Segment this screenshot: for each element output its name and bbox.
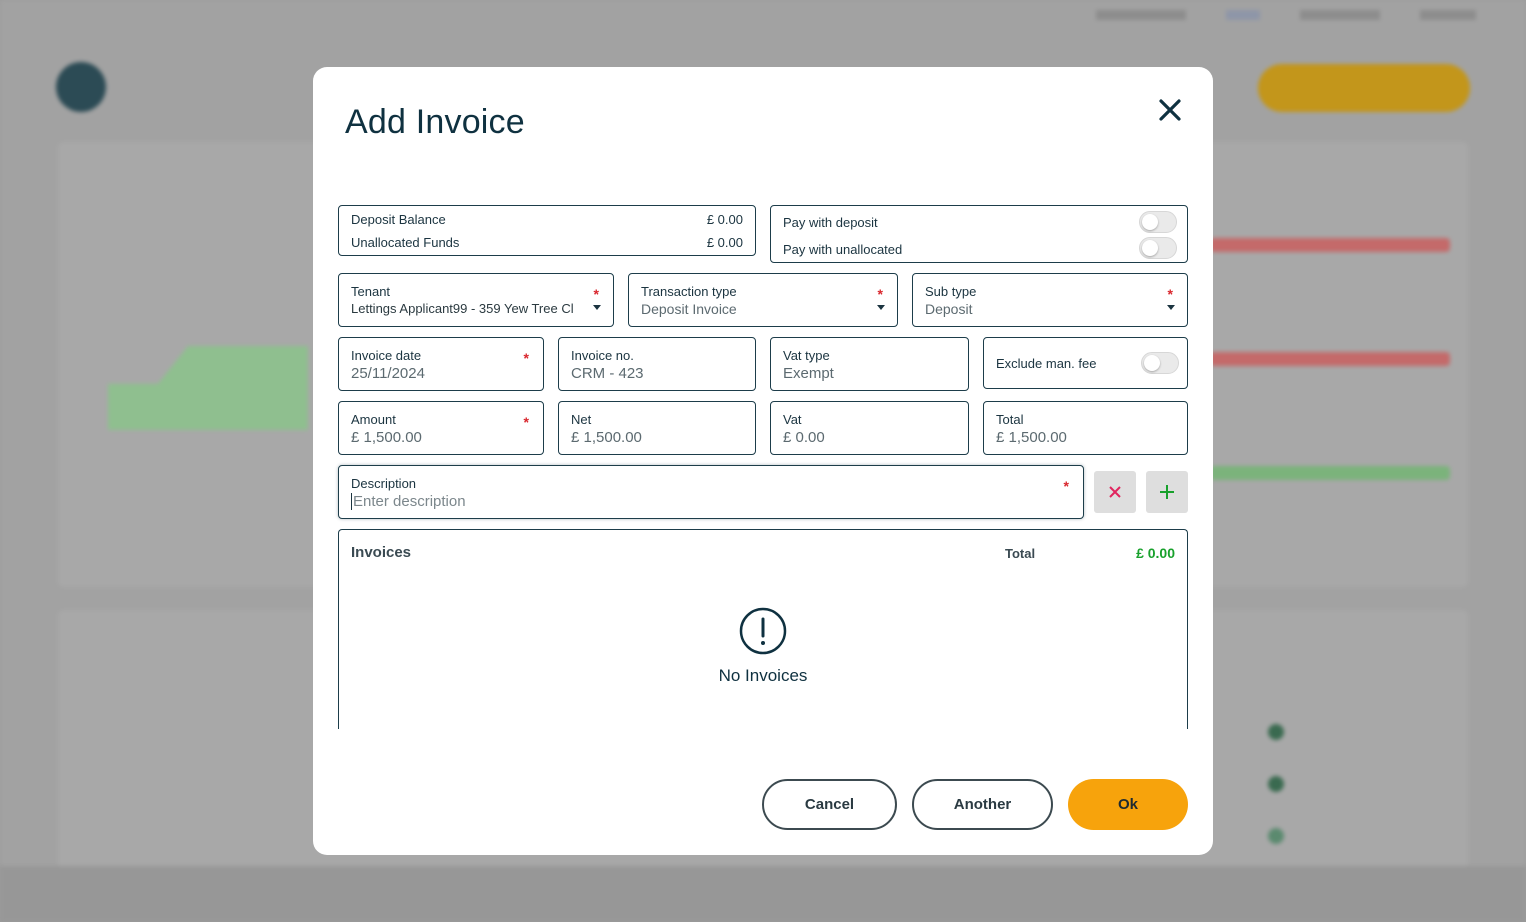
background-footer [0,866,1526,922]
net-value: £ 1,500.00 [571,429,642,446]
empty-state-text: No Invoices [718,666,808,685]
invoices-total-label: Total [1005,546,1036,561]
invoices-total-value: £ 0.00 [1136,545,1175,561]
another-button[interactable]: Another [912,779,1053,830]
invoice-date-label: Invoice date [351,348,422,363]
pay-with-unallocated-label: Pay with unallocated [783,242,903,257]
chevron-down-icon [1167,305,1175,310]
sub-type-select[interactable]: Sub type Deposit * [912,273,1188,327]
invoices-title: Invoices [351,544,412,561]
pay-with-deposit-label: Pay with deposit [783,215,878,230]
background-top-nav [1096,10,1476,20]
background-dot [1268,724,1284,740]
description-label: Description [351,476,417,491]
invoice-number-label: Invoice no. [571,348,634,363]
ok-button[interactable]: Ok [1068,779,1188,830]
vat-value: £ 0.00 [783,429,825,446]
invoice-number-value: CRM - 423 [571,365,644,382]
description-field[interactable]: Description Enter description * [338,465,1084,519]
pay-with-unallocated-toggle[interactable] [1139,237,1177,259]
required-marker: * [1063,478,1069,494]
total-value: £ 1,500.00 [996,429,1067,446]
remove-line-button[interactable] [1094,471,1136,513]
tenant-label: Tenant [351,284,391,299]
exclude-fee-toggle[interactable] [1141,352,1179,374]
unallocated-funds-value: £ 0.00 [706,235,743,250]
chevron-down-icon [593,305,601,310]
deposit-balance-value: £ 0.00 [706,212,743,227]
total-field[interactable]: Total £ 1,500.00 [983,401,1188,455]
required-marker: * [1167,286,1173,302]
required-marker: * [523,414,529,430]
exclude-fee-box: Exclude man. fee [983,337,1188,389]
unallocated-funds-label: Unallocated Funds [351,235,460,250]
background-account-button [1258,64,1470,112]
sub-type-label: Sub type [925,284,977,299]
vat-label: Vat [783,412,802,427]
background-dot [1268,828,1284,844]
deposit-balance-label: Deposit Balance [351,212,446,227]
vat-type-value: Exempt [783,365,834,382]
invoice-date-field[interactable]: Invoice date 25/11/2024 * [338,337,544,391]
background-bar [1210,466,1450,480]
balances-box: Deposit Balance £ 0.00 Unallocated Funds… [338,205,756,256]
invoices-panel: Invoices Total £ 0.00 No Invoices [338,529,1188,729]
add-line-button[interactable] [1146,471,1188,513]
sub-type-value: Deposit [925,301,973,317]
amount-field[interactable]: Amount £ 1,500.00 * [338,401,544,455]
unallocated-funds-row: Unallocated Funds £ 0.00 [351,235,743,250]
pay-with-deposit-toggle[interactable] [1139,211,1177,233]
close-icon [1159,99,1181,121]
cancel-button[interactable]: Cancel [762,779,897,830]
net-field[interactable]: Net £ 1,500.00 [558,401,756,455]
add-invoice-dialog: Add Invoice Deposit Balance £ 0.00 Unall… [313,67,1213,855]
exclude-fee-label: Exclude man. fee [996,356,1097,371]
close-icon [1109,486,1121,498]
invoice-number-field[interactable]: Invoice no. CRM - 423 [558,337,756,391]
dialog-title: Add Invoice [345,103,525,141]
net-label: Net [571,412,592,427]
background-dot [1268,776,1284,792]
required-marker: * [593,286,599,302]
vat-type-label: Vat type [783,348,830,363]
background-bar [1210,352,1450,366]
required-marker: * [523,350,529,366]
transaction-type-select[interactable]: Transaction type Deposit Invoice * [628,273,898,327]
exclamation-circle-icon [739,607,787,655]
required-marker: * [877,286,883,302]
transaction-type-label: Transaction type [641,284,737,299]
vat-field[interactable]: Vat £ 0.00 [770,401,969,455]
plus-icon [1160,485,1174,499]
background-logo [56,62,106,112]
transaction-type-value: Deposit Invoice [641,301,737,317]
background-bar [1210,238,1450,252]
description-input[interactable]: Enter description [351,493,1053,510]
invoice-date-value: 25/11/2024 [351,365,425,382]
total-label: Total [996,412,1024,427]
amount-label: Amount [351,412,396,427]
amount-value: £ 1,500.00 [351,429,422,446]
chevron-down-icon [877,305,885,310]
close-button[interactable] [1155,95,1185,125]
tenant-value: Lettings Applicant99 - 359 Yew Tree Cl [351,301,574,316]
deposit-balance-row: Deposit Balance £ 0.00 [351,212,743,227]
pay-options-box: Pay with deposit Pay with unallocated [770,205,1188,263]
tenant-select[interactable]: Tenant Lettings Applicant99 - 359 Yew Tr… [338,273,614,327]
vat-type-field[interactable]: Vat type Exempt [770,337,969,391]
